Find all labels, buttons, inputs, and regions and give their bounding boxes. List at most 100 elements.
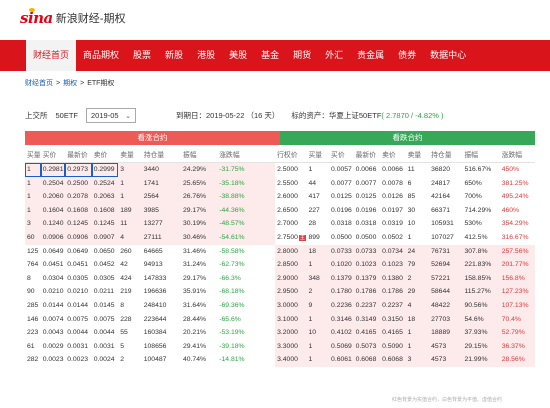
filter-bar: 上交所 50ETF 2019-05 ⌄ 到期日：2019-05-22 （16 天…	[25, 107, 444, 123]
nav-item[interactable]: 数据中心	[423, 40, 473, 71]
call-cell: 29.41%	[182, 342, 207, 350]
call-column-header: 买价	[42, 152, 57, 159]
strike-price: 2.9000	[277, 274, 298, 282]
nav-item[interactable]: 债券	[391, 40, 423, 71]
put-cell: 1	[306, 312, 330, 327]
table-row[interactable]: 223 0.0043 0.0044 0.0044 55 160384 20.21% -53.1…	[25, 326, 535, 340]
table-row[interactable]: 1 0.2060 0.2078 0.2063 1 2564 26.76% -38.88% 2.6…	[25, 190, 535, 204]
put-cell: 0.5073	[353, 339, 381, 354]
call-cell: 0.0074	[42, 315, 64, 323]
table-row[interactable]: 125 0.0649 0.0649 0.0650 260 64665 31.46% -58.5…	[25, 244, 535, 259]
nav-item[interactable]: 期货	[286, 40, 318, 71]
call-cell: -35.18%	[217, 176, 253, 191]
call-cell: 0.0305	[93, 274, 115, 282]
call-cell: -14.81%	[219, 356, 245, 364]
table-row[interactable]: 1 0.1604 0.1608 0.1608 189 3985 29.17% -44.36% 2…	[25, 203, 535, 218]
call-cell: 285	[27, 301, 39, 309]
strike-price: 3.3000	[277, 342, 298, 350]
breadcrumb-home[interactable]: 财经首页	[25, 80, 53, 87]
put-cell: 0.0125	[331, 193, 352, 201]
put-cell: 66371	[431, 206, 451, 214]
table-row[interactable]: 90 0.0210 0.0210 0.0211 219 196636 35.91% -68.1…	[25, 285, 535, 299]
put-cell: 0.6068	[380, 353, 406, 367]
call-cell: 0.0075	[93, 315, 115, 323]
table-row[interactable]: 282 0.0023 0.0023 0.0024 2 100487 40.74% -14.81…	[25, 353, 535, 367]
strike-price-cell: 2.7000	[275, 217, 306, 231]
call-cell: -58.58%	[219, 247, 245, 255]
put-cell: 348	[306, 271, 330, 286]
sina-logo[interactable]: sina 新浪财经-期权	[20, 8, 125, 27]
column-spacer	[253, 285, 276, 299]
call-cell: 0.1245	[65, 217, 92, 231]
table-row[interactable]: 61 0.0029 0.0031 0.0031 5 108656 29.41% -39.18%…	[25, 339, 535, 354]
nav-item[interactable]: 港股	[190, 40, 222, 71]
column-spacer	[252, 217, 276, 231]
put-cell: 0.2237	[380, 298, 406, 313]
table-row[interactable]: 285 0.0144 0.0144 0.0145 8 248410 31.64% -69.36…	[25, 298, 535, 313]
column-spacer	[252, 203, 276, 218]
put-cell: 1	[407, 233, 412, 241]
column-spacer	[253, 340, 276, 354]
call-cell: 3	[118, 163, 142, 177]
put-cell: 0.0196	[331, 206, 352, 214]
put-cell: 4	[405, 298, 430, 313]
table-row[interactable]: 60 0.0906 0.0906 0.0907 4 27111 30.46% -54.61% 2…	[25, 230, 535, 245]
put-cell: 29.15%	[462, 339, 500, 354]
call-cell: 35.91%	[182, 288, 207, 296]
put-cell: 4573	[429, 339, 463, 354]
nav-item[interactable]: 商品期权	[76, 40, 126, 71]
breadcrumb-separator: >	[80, 80, 85, 87]
breadcrumb-options[interactable]: 期权	[63, 80, 77, 87]
put-cell: 0.1379	[353, 271, 381, 286]
table-row[interactable]: 764 0.0451 0.0451 0.0452 42 94913 31.24% -62.73…	[25, 258, 535, 272]
table-row[interactable]: 1 0.2504 0.2500 0.2524 1 1741 25.65% -35.18% 2.5…	[25, 176, 535, 191]
table-row[interactable]: 146 0.0074 0.0075 0.0075 228 223644 28.44% -65.…	[25, 312, 535, 327]
put-cell: 10	[306, 326, 330, 340]
call-cell: 1	[25, 176, 41, 191]
call-cell: 160384	[143, 329, 167, 337]
call-column-header: 持仓量	[143, 152, 165, 159]
put-cell: 0.2237	[353, 298, 381, 313]
exchange-label: 上交所	[25, 110, 48, 120]
nav-items: 财经首页 商品期权 股票 新股 港股 美股 基金 期货 外汇 贵金属 债券 数据中心	[26, 40, 473, 71]
nav-item[interactable]: 贵金属	[350, 40, 391, 71]
put-cell: 257.56%	[499, 244, 535, 259]
month-select-value: 2019-05	[91, 110, 119, 120]
table-row[interactable]: 3 0.1240 0.1245 0.1245 11 13277 30.19% -48.57% 2…	[25, 217, 535, 231]
table-row[interactable]: 1 0.2981 0.2973 0.2999 3 3440 24.29% -31.75% 2.5…	[25, 163, 535, 177]
call-cell: 0.0044	[93, 329, 115, 337]
call-cell: 0.0649	[67, 247, 89, 255]
call-cell: 1	[25, 163, 41, 177]
call-cell: 26.76%	[180, 190, 218, 204]
call-cell: 0.2504	[40, 176, 66, 191]
call-cell: 24.29%	[180, 163, 218, 177]
nav-item[interactable]: 基金	[254, 40, 286, 71]
table-row[interactable]: 8 0.0304 0.0305 0.0305 424 147833 29.17% -66.3%…	[25, 271, 535, 286]
strike-price-cell: 3.1000	[275, 312, 307, 327]
call-cell: 0.0145	[93, 301, 115, 309]
breadcrumb-current: ETF期权	[87, 80, 115, 87]
strike-price-cell: 3.3000	[275, 339, 307, 354]
put-cell: 3	[405, 353, 430, 367]
call-cell: -48.57%	[217, 217, 253, 231]
nav-item[interactable]: 外汇	[318, 40, 350, 71]
put-cell: 0.5069	[329, 339, 354, 354]
put-cell: 381.25%	[501, 179, 529, 187]
put-cell: 107027	[431, 233, 454, 241]
nav-item[interactable]: 股票	[126, 40, 158, 71]
month-select[interactable]: 2019-05 ⌄	[86, 107, 137, 123]
nav-item[interactable]: 美股	[222, 40, 254, 71]
strike-price: 3.2000	[277, 329, 298, 337]
nav-item[interactable]: 新股	[158, 40, 190, 71]
call-cell: 1741	[141, 176, 181, 191]
put-cell: 0.0126	[382, 193, 403, 201]
call-cell: 8	[27, 274, 31, 282]
put-cell: 0.2236	[329, 298, 354, 313]
put-column-header: 振幅	[464, 152, 479, 159]
put-cell: 79	[405, 258, 430, 272]
put-cell: 516.67%	[464, 166, 492, 173]
put-cell: 10	[407, 220, 416, 228]
put-cell: 0.1379	[329, 271, 354, 286]
put-cell: 107.13%	[499, 298, 535, 313]
nav-item[interactable]: 财经首页	[26, 40, 77, 71]
